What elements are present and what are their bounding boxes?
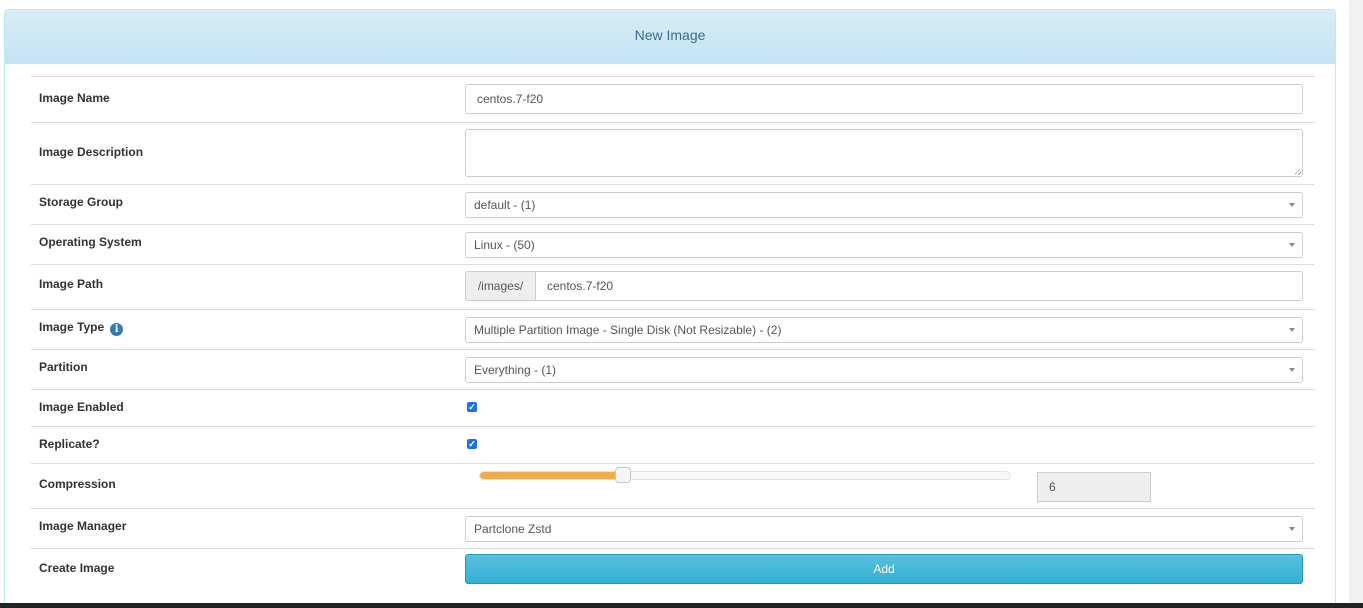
image-manager-value: Partclone Zstd bbox=[474, 522, 552, 536]
row-storage-group: Storage Group default - (1) bbox=[31, 184, 1315, 224]
compression-slider[interactable] bbox=[479, 467, 1011, 483]
image-description-textarea[interactable] bbox=[465, 129, 1303, 177]
page-scrollbar[interactable] bbox=[1349, 0, 1363, 603]
image-type-value: Multiple Partition Image - Single Disk (… bbox=[474, 323, 782, 337]
operating-system-select[interactable]: Linux - (50) bbox=[465, 232, 1303, 258]
image-type-label-wrap: Image Type i bbox=[39, 320, 124, 336]
panel-title: New Image bbox=[5, 10, 1335, 64]
operating-system-label: Operating System bbox=[39, 235, 142, 249]
row-image-name: Image Name centos.7-f20 bbox=[31, 76, 1315, 122]
row-image-enabled: Image Enabled ✓ bbox=[31, 389, 1315, 426]
create-image-label: Create Image bbox=[39, 561, 115, 575]
storage-group-select[interactable]: default - (1) bbox=[465, 192, 1303, 218]
partition-value: Everything - (1) bbox=[474, 363, 557, 377]
image-description-label: Image Description bbox=[39, 145, 144, 159]
image-name-label: Image Name bbox=[39, 91, 110, 105]
row-create-image: Create Image Add bbox=[31, 548, 1315, 598]
chevron-down-icon bbox=[1289, 368, 1295, 372]
compression-value: 6 bbox=[1037, 472, 1151, 502]
row-image-description: Image Description bbox=[31, 122, 1315, 184]
image-enabled-label: Image Enabled bbox=[39, 400, 124, 414]
chevron-down-icon bbox=[1289, 243, 1295, 247]
compression-slider-fill bbox=[480, 472, 624, 479]
chevron-down-icon bbox=[1289, 527, 1295, 531]
replicate-checkbox[interactable]: ✓ bbox=[467, 439, 477, 449]
info-icon[interactable]: i bbox=[110, 323, 124, 336]
row-image-type: Image Type i Multiple Partition Image - S… bbox=[31, 309, 1315, 349]
image-name-input[interactable]: centos.7-f20 bbox=[465, 84, 1303, 114]
resize-grip-icon[interactable] bbox=[1295, 169, 1301, 175]
chevron-down-icon bbox=[1289, 203, 1295, 207]
chevron-down-icon bbox=[1289, 328, 1295, 332]
image-type-select[interactable]: Multiple Partition Image - Single Disk (… bbox=[465, 317, 1303, 343]
compression-slider-handle[interactable] bbox=[615, 467, 632, 483]
storage-group-value: default - (1) bbox=[474, 198, 536, 212]
add-button[interactable]: Add bbox=[465, 554, 1303, 584]
row-compression: Compression 6 bbox=[31, 463, 1315, 508]
image-type-label: Image Type bbox=[39, 320, 105, 334]
row-operating-system: Operating System Linux - (50) bbox=[31, 224, 1315, 264]
image-manager-select[interactable]: Partclone Zstd bbox=[465, 516, 1303, 542]
partition-select[interactable]: Everything - (1) bbox=[465, 357, 1303, 383]
image-manager-label: Image Manager bbox=[39, 519, 127, 533]
row-image-manager: Image Manager Partclone Zstd bbox=[31, 508, 1315, 548]
image-path-input-group: /images/ centos.7-f20 bbox=[465, 271, 1303, 301]
image-enabled-checkbox[interactable]: ✓ bbox=[467, 402, 477, 412]
bottom-edge-bar bbox=[0, 603, 1363, 608]
image-path-input[interactable]: centos.7-f20 bbox=[535, 271, 1303, 301]
new-image-panel: New Image Image Name centos.7-f20 Image … bbox=[4, 9, 1336, 608]
partition-label: Partition bbox=[39, 360, 88, 374]
row-image-path: Image Path /images/ centos.7-f20 bbox=[31, 264, 1315, 309]
image-path-label: Image Path bbox=[39, 277, 104, 291]
replicate-label: Replicate? bbox=[39, 437, 100, 451]
operating-system-value: Linux - (50) bbox=[474, 238, 535, 252]
storage-group-label: Storage Group bbox=[39, 195, 124, 209]
image-path-prefix: /images/ bbox=[465, 271, 535, 301]
compression-label: Compression bbox=[39, 477, 116, 491]
row-partition: Partition Everything - (1) bbox=[31, 349, 1315, 389]
row-replicate: Replicate? ✓ bbox=[31, 426, 1315, 463]
